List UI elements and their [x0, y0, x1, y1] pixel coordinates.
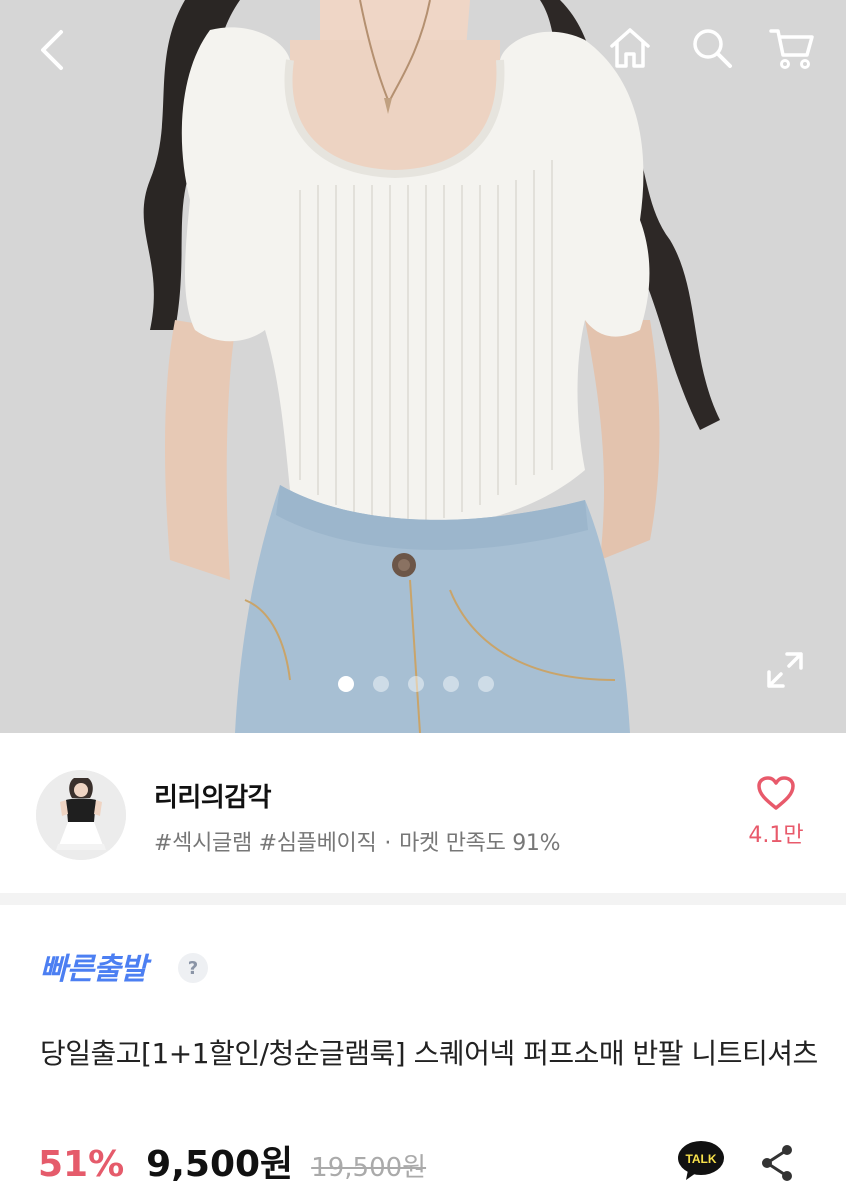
home-icon [610, 28, 650, 68]
sale-price: 9,500원 [146, 1144, 294, 1185]
back-button[interactable] [22, 20, 82, 80]
shop-satisfaction: 마켓 만족도 91% [399, 831, 561, 856]
cart-icon [769, 29, 814, 69]
product-photo [0, 0, 846, 733]
gallery-dot[interactable] [408, 676, 424, 692]
fast-shipping-badge: 빠른출발 [40, 952, 147, 987]
gallery-pagination [338, 676, 494, 692]
section-divider [0, 893, 846, 905]
heart-icon [757, 776, 795, 810]
talk-label: TALK [685, 1152, 716, 1166]
meta-separator: · [384, 831, 392, 856]
shop-tags: #섹시글램 #심플베이직 [154, 831, 377, 856]
talk-icon: TALK [678, 1141, 724, 1180]
home-button[interactable] [600, 18, 660, 78]
expand-icon [767, 652, 803, 688]
shop-avatar[interactable] [36, 770, 126, 860]
share-button[interactable] [752, 1140, 802, 1186]
price-row: 51% 9,500원 19,500원 [38, 1135, 426, 1189]
gallery-dot[interactable] [443, 676, 459, 692]
chevron-left-icon [41, 30, 63, 70]
share-icon [762, 1145, 792, 1181]
cart-button[interactable] [762, 18, 822, 78]
gallery-dot[interactable] [373, 676, 389, 692]
search-button[interactable] [682, 18, 742, 78]
discount-rate: 51% [38, 1144, 125, 1185]
product-image-gallery[interactable] [0, 0, 846, 733]
gallery-dot[interactable] [338, 676, 354, 692]
shop-info[interactable]: 리리의감각 #섹시글램 #심플베이직 · 마켓 만족도 91% 4.1만 [0, 733, 846, 893]
shop-name[interactable]: 리리의감각 [154, 777, 272, 814]
shop-meta: #섹시글램 #심플베이직 · 마켓 만족도 91% [154, 825, 561, 857]
help-icon[interactable]: ? [178, 953, 208, 983]
product-title: 당일출고[1+1할인/청순글램룩] 스퀘어넥 퍼프소매 반팔 니트티셔츠 [40, 1037, 818, 1070]
shop-avatar-image [36, 770, 126, 860]
expand-image-button[interactable] [755, 640, 815, 700]
like-count: 4.1만 [748, 823, 804, 848]
original-price: 19,500원 [311, 1153, 427, 1183]
like-button[interactable]: 4.1만 [738, 775, 814, 865]
kakao-talk-button[interactable]: TALK [676, 1138, 726, 1184]
search-icon [693, 29, 732, 68]
gallery-dot[interactable] [478, 676, 494, 692]
